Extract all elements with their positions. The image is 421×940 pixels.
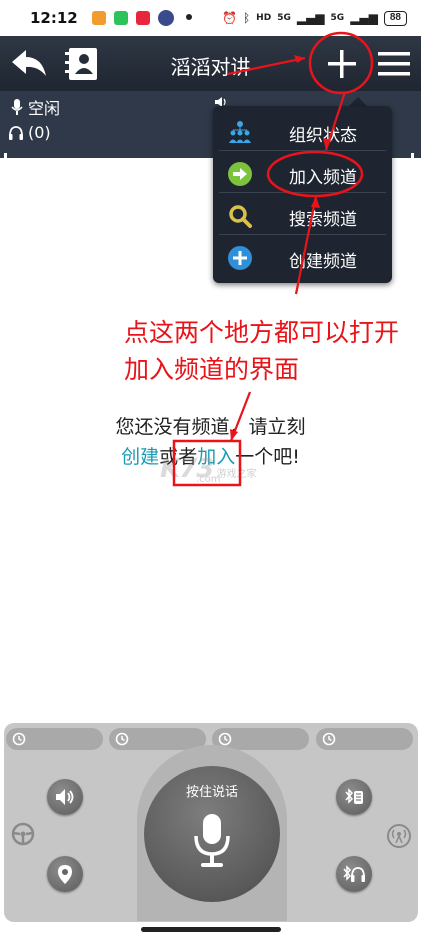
menu-item-org-status[interactable]: 组织状态 (219, 111, 386, 151)
menu-item-create-channel[interactable]: 创建频道 (219, 237, 386, 277)
history-icon (12, 732, 26, 746)
status-icons: ⏰ ᛒ HD 5G ▂▄▆ 5G ▂▄▆ 88 (222, 9, 407, 27)
wechat-notification-icon (114, 11, 128, 25)
push-to-talk-label: 按住说话 (185, 785, 238, 800)
watermark: K73 游戏之家 .com (160, 454, 257, 485)
add-dropdown-menu: 组织状态 加入频道 搜索频道 创建频道 (213, 106, 392, 283)
watermark-text: 游戏之家 (216, 469, 257, 480)
speaker-button[interactable] (47, 779, 83, 815)
location-icon (58, 865, 72, 884)
menu-item-search-channel[interactable]: 搜索频道 (219, 195, 386, 235)
signal-icon: ▂▄▆ (296, 11, 325, 25)
plus-icon (328, 50, 356, 78)
microphone-icon (194, 814, 230, 867)
battery-indicator: 88 (383, 10, 407, 26)
title-bar: 滔滔对讲 (0, 36, 421, 91)
organization-icon (229, 121, 251, 143)
history-icon (115, 732, 129, 746)
app-notification-icon (158, 10, 174, 26)
annotation-text: 点这两个地方都可以打开 加入频道的界面 (124, 314, 399, 388)
search-icon (229, 205, 252, 228)
history-icon (218, 732, 232, 746)
signal-icon: ▂▄▆ (350, 11, 378, 25)
home-indicator[interactable] (141, 927, 281, 932)
steering-wheel-icon[interactable] (10, 821, 36, 847)
menu-item-join-channel[interactable]: 加入频道 (219, 153, 386, 193)
join-arrow-icon (228, 162, 252, 186)
alarm-icon: ⏰ (222, 11, 237, 25)
broadcast-icon[interactable] (386, 823, 412, 849)
bluetooth-ptt-button[interactable] (336, 779, 372, 815)
history-chip-4[interactable] (316, 728, 413, 750)
menu-item-label: 创建频道 (289, 252, 357, 272)
bluetooth-headset-button[interactable] (336, 856, 372, 892)
more-notifications-dot (186, 14, 192, 20)
location-button[interactable] (47, 856, 83, 892)
listener-status: (0) (8, 123, 51, 142)
speaker-icon (56, 789, 74, 805)
status-bar: 12:12 ⏰ ᛒ HD 5G ▂▄▆ 5G ▂▄▆ 88 (0, 0, 421, 36)
annotation-line-1: 点这两个地方都可以打开 (124, 318, 400, 347)
mic-state-label: 空闲 (28, 99, 61, 118)
app-notification-icon (136, 11, 150, 25)
listener-count: (0) (28, 123, 51, 142)
history-chip-1[interactable] (6, 728, 103, 750)
network-5g-2: 5G (330, 13, 345, 23)
menu-item-label: 组织状态 (289, 126, 357, 146)
status-time: 12:12 (30, 9, 78, 27)
annotation-line-2: 加入频道的界面 (124, 355, 300, 384)
talk-control-panel: 按住说话 (4, 723, 418, 922)
app-notification-icon (92, 11, 106, 25)
headphones-icon (9, 125, 23, 140)
hd-label: HD (256, 13, 272, 23)
network-5g-1: 5G (277, 13, 291, 23)
bluetooth-headset-icon (343, 865, 365, 882)
history-icon (322, 732, 336, 746)
create-channel-link[interactable]: 创建 (121, 446, 159, 468)
bluetooth-icon: ᛒ (242, 11, 251, 25)
bluetooth-ptt-icon (345, 788, 363, 804)
menu-item-label: 搜索频道 (289, 210, 357, 230)
microphone-icon (11, 99, 23, 115)
mic-status: 空闲 (10, 95, 60, 119)
push-to-talk-button[interactable]: 按住说话 (144, 766, 280, 902)
add-button[interactable] (320, 42, 364, 86)
hamburger-menu-icon (378, 52, 410, 76)
menu-item-label: 加入频道 (289, 168, 357, 188)
empty-line-1: 您还没有频道，请立刻 (115, 416, 306, 438)
add-circle-icon (228, 246, 252, 270)
menu-button[interactable] (372, 42, 416, 86)
